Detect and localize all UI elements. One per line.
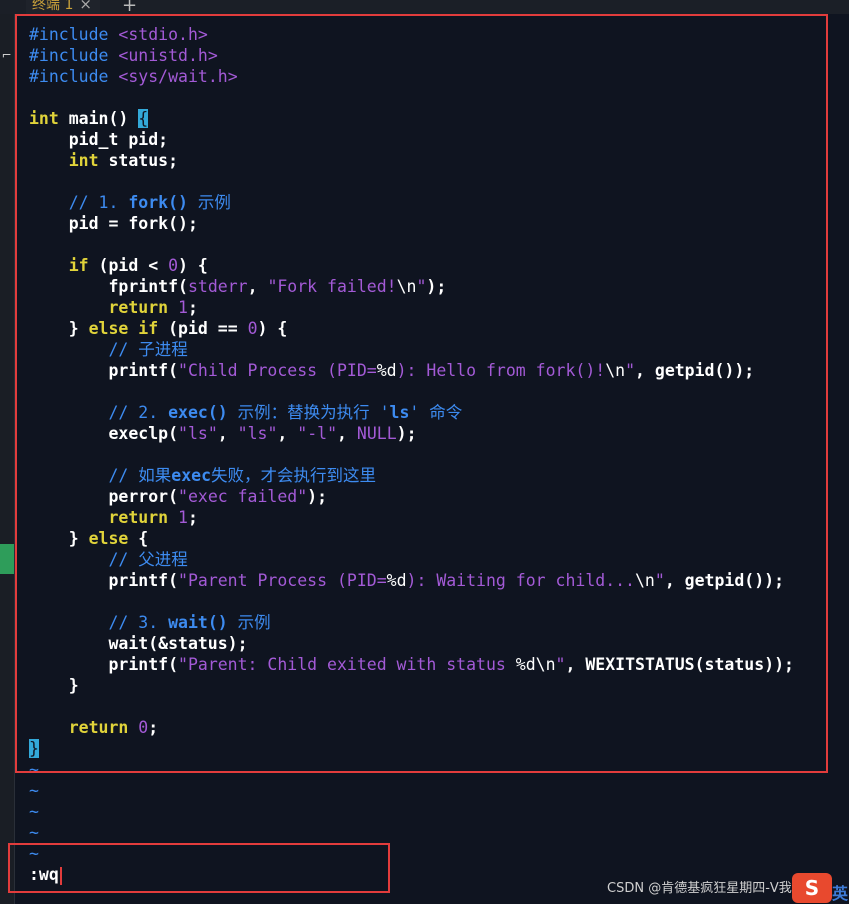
tab-label: 终端 1 [32, 0, 74, 13]
code-line-5: int main() { [29, 109, 149, 128]
empty-line-marker: ~ [29, 844, 39, 863]
code-line-34: return 0; [68, 718, 159, 737]
vim-command-line[interactable]: :wq [29, 864, 62, 886]
matched-brace-close: } [29, 739, 39, 758]
code-line-1: #include <stdio.h> [29, 25, 208, 44]
code-line-24: return 1; [108, 508, 198, 527]
code-line-16: // 子进程 [108, 340, 188, 359]
code-line-35: } [29, 738, 839, 759]
code-line-27: printf("Parent Process (PID=%d): Waiting… [29, 571, 785, 590]
code-line-9: // 1. fork() 示例 [68, 193, 231, 212]
code-line-20: execlp("ls", "ls", "-l", NULL); [29, 424, 417, 443]
add-tab-icon[interactable]: + [122, 0, 137, 14]
text-cursor [59, 866, 62, 885]
watermark-text: CSDN @肯德基疯狂星期四-V我50 [607, 881, 809, 896]
code-line-15: } else if (pid == 0) { [29, 319, 288, 338]
empty-line-marker: ~ [29, 760, 39, 779]
empty-line-marker: ~ [29, 823, 39, 842]
sogou-logo-icon: S [792, 873, 832, 903]
terminal-tab-bar: 终端 1 × + [0, 0, 849, 14]
code-line-29: // 3. wait() 示例 [108, 613, 271, 632]
code-line-10: pid = fork(); [29, 214, 198, 233]
vim-editor[interactable]: #include <stdio.h> #include <unistd.h> #… [29, 24, 839, 864]
close-icon[interactable]: × [79, 0, 92, 13]
code-line-22: // 如果exec失败，才会执行到这里 [108, 466, 377, 485]
code-line-17: printf("Child Process (PID=%d): Hello fr… [29, 361, 755, 380]
code-line-23: perror("exec failed"); [29, 487, 328, 506]
code-line-25: } else { [29, 529, 149, 548]
code-line-30: wait(&status); [29, 634, 248, 653]
code-line-6: pid_t pid; [29, 130, 169, 149]
active-indicator [0, 544, 14, 574]
code-line-31: printf("Parent: Child exited with status… [29, 655, 794, 674]
code-line-13: fprintf(stderr, "Fork failed!\n"); [29, 277, 447, 296]
matched-brace: { [138, 109, 149, 128]
left-gutter: ⌐ [0, 14, 15, 904]
code-line-14: return 1; [108, 298, 198, 317]
empty-line-marker: ~ [29, 802, 39, 821]
code-line-7: int status; [68, 151, 179, 170]
code-line-3: #include <sys/wait.h> [29, 67, 238, 86]
tab-terminal-1[interactable]: 终端 1 × [26, 0, 100, 14]
empty-line-marker: ~ [29, 781, 39, 800]
code-line-19: // 2. exec() 示例：替换为执行 'ls' 命令 [108, 403, 463, 422]
command-text: :wq [29, 865, 59, 884]
code-line-32: } [29, 676, 79, 695]
code-line-2: #include <unistd.h> [29, 46, 218, 65]
sidebar-icon[interactable]: ⌐ [0, 48, 13, 70]
code-line-26: // 父进程 [108, 550, 188, 569]
ime-mode-label: 英 [832, 884, 849, 903]
code-line-12: if (pid < 0) { [68, 256, 208, 275]
